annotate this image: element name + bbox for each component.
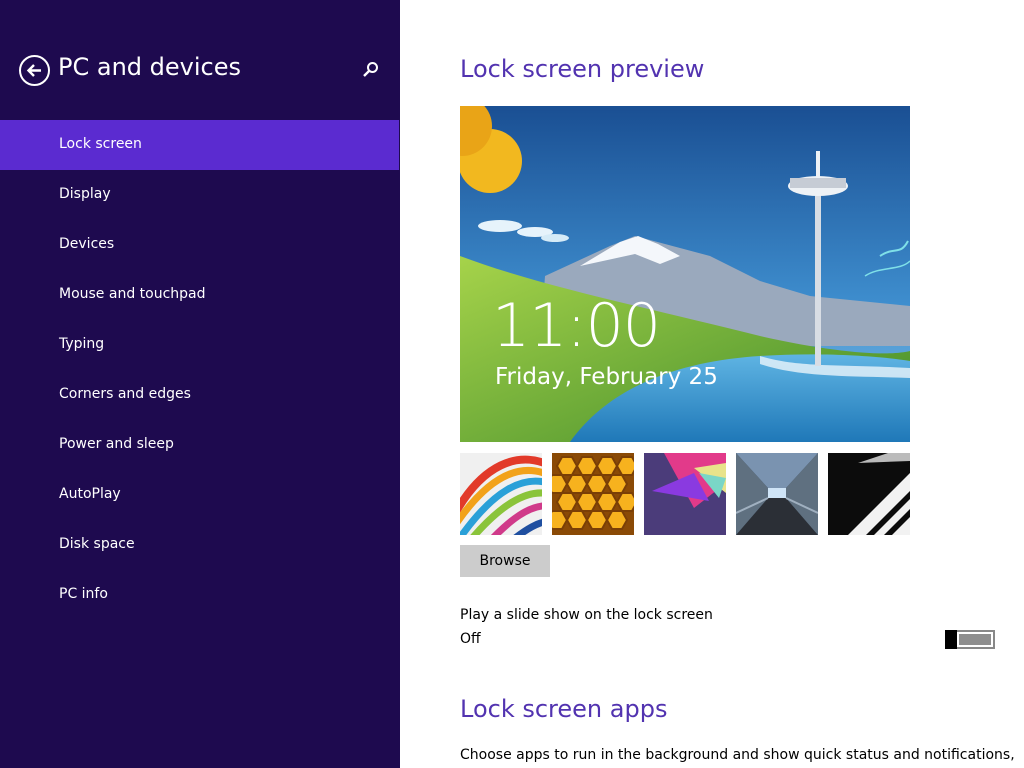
wallpaper-thumbnail-colorful-streaks[interactable] (460, 453, 542, 535)
lock-screen-preview: 11:00 Friday, February 25 (460, 106, 910, 442)
sidebar-item-label: PC info (59, 586, 108, 602)
preview-background-image (460, 106, 910, 442)
wallpaper-thumbnail-honeycomb[interactable] (552, 453, 634, 535)
lock-screen-preview-heading: Lock screen preview (460, 55, 705, 83)
sidebar: PC and devices Lock screen Display Devic… (0, 0, 400, 768)
wallpaper-thumbnail-tunnel[interactable] (736, 453, 818, 535)
sidebar-item-power-and-sleep[interactable]: Power and sleep (0, 420, 399, 470)
toggle-thumb[interactable] (945, 630, 957, 649)
main-content: Lock screen preview 11:00 Friday, Februa… (400, 0, 1024, 768)
sidebar-item-typing[interactable]: Typing (0, 320, 399, 370)
browse-button[interactable]: Browse (460, 545, 550, 577)
sidebar-item-label: Typing (59, 336, 105, 352)
slideshow-label: Play a slide show on the lock screen (460, 607, 713, 623)
sidebar-item-label: Display (59, 186, 111, 202)
back-button[interactable] (19, 55, 50, 86)
sidebar-item-label: Disk space (59, 536, 135, 552)
toggle-track (959, 634, 991, 645)
lock-screen-apps-description: Choose apps to run in the background and… (460, 747, 1015, 763)
sidebar-item-corners-and-edges[interactable]: Corners and edges (0, 370, 399, 420)
sidebar-item-label: Lock screen (59, 136, 142, 152)
wallpaper-thumbnail-piano-keys[interactable] (828, 453, 910, 535)
sidebar-item-label: Devices (59, 236, 115, 252)
sidebar-item-label: Mouse and touchpad (59, 286, 206, 302)
lock-screen-apps-heading: Lock screen apps (460, 695, 668, 723)
wallpaper-thumbnail-geometric-shapes[interactable] (644, 453, 726, 535)
sidebar-item-autoplay[interactable]: AutoPlay (0, 470, 399, 520)
sidebar-item-label: AutoPlay (59, 486, 121, 502)
sidebar-item-devices[interactable]: Devices (0, 220, 399, 270)
sidebar-item-mouse-and-touchpad[interactable]: Mouse and touchpad (0, 270, 399, 320)
app-title: PC and devices (58, 53, 241, 81)
preview-date: Friday, February 25 (495, 364, 718, 390)
search-button[interactable] (358, 59, 382, 83)
sidebar-item-label: Power and sleep (59, 436, 174, 452)
sidebar-item-disk-space[interactable]: Disk space (0, 520, 399, 570)
sidebar-item-lock-screen[interactable]: Lock screen (0, 120, 399, 170)
back-arrow-icon (26, 64, 41, 77)
search-icon (363, 62, 378, 77)
preview-time: 11:00 (492, 291, 661, 361)
slideshow-toggle-state: Off (460, 631, 481, 647)
sidebar-item-label: Corners and edges (59, 386, 191, 402)
sidebar-item-pc-info[interactable]: PC info (0, 570, 399, 620)
slideshow-toggle[interactable] (945, 630, 995, 649)
sidebar-item-display[interactable]: Display (0, 170, 399, 220)
